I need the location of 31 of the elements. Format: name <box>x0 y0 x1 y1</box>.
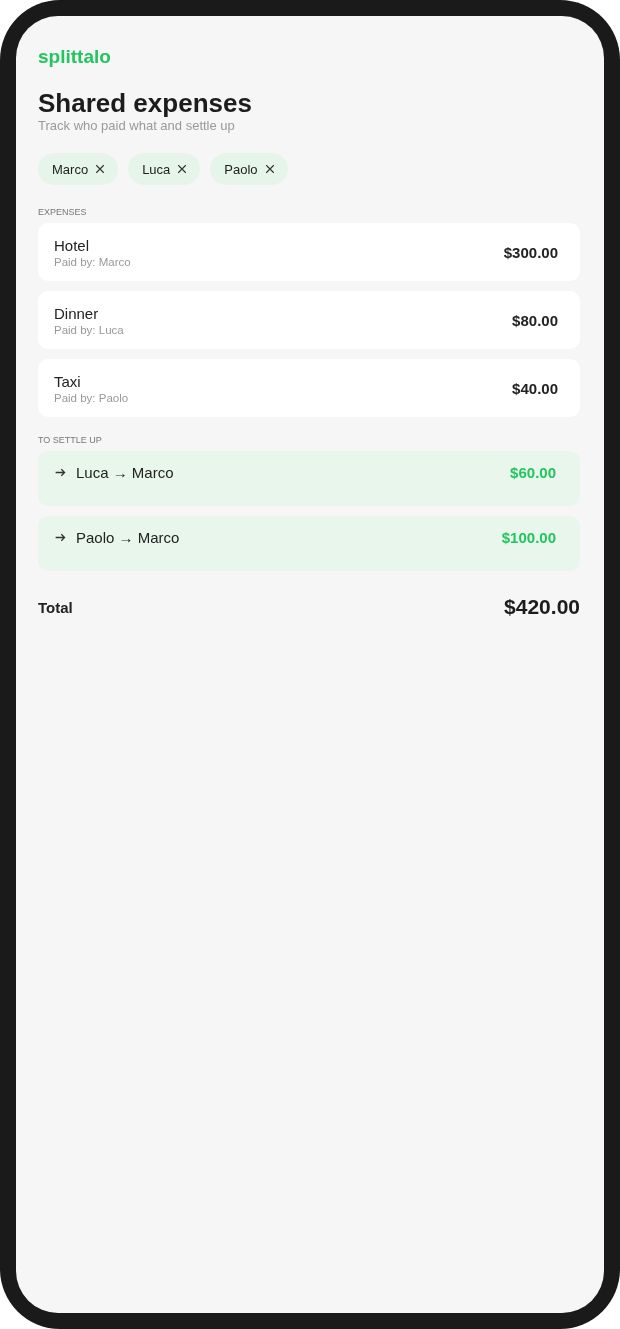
expense-card[interactable]: Dinner Paid by: Luca $80.00 <box>38 291 580 349</box>
expense-card[interactable]: Taxi Paid by: Paolo $40.00 <box>38 359 580 417</box>
expense-amount: $80.00 <box>512 311 558 329</box>
app-logo: splittalo <box>38 46 111 68</box>
close-icon <box>94 163 107 175</box>
section-label: TO SETTLE UP <box>38 435 102 445</box>
person-chip[interactable]: Paolo <box>210 153 288 185</box>
expense-amount: $40.00 <box>512 379 558 397</box>
total-label: Total <box>38 598 73 616</box>
expense-title: Taxi <box>54 372 82 390</box>
page-subtitle: Track who paid what and settle up <box>38 118 235 133</box>
settlement-text: Paolo → Marco <box>76 529 180 546</box>
person-chip[interactable]: Marco <box>38 153 119 185</box>
expense-title: Dinner <box>54 304 100 322</box>
close-icon <box>263 163 276 175</box>
settlement-amount: $60.00 <box>510 464 556 481</box>
expense-card[interactable]: Hotel Paid by: Marco $300.00 <box>38 223 580 281</box>
expense-payer: Paid by: Luca <box>54 323 124 336</box>
section-label: EXPENSES <box>38 207 87 217</box>
close-icon <box>176 163 189 175</box>
person-chip[interactable]: Luca <box>128 153 201 185</box>
settlement-amount: $100.00 <box>501 529 556 546</box>
expense-amount: $300.00 <box>503 243 558 261</box>
expense-payer: Paid by: Paolo <box>54 391 129 404</box>
total-amount: $420.00 <box>504 595 580 619</box>
settlement-text: Luca → Marco <box>76 464 174 481</box>
arrow-icon <box>54 466 67 479</box>
arrow-icon <box>54 531 67 544</box>
expense-title: Hotel <box>54 236 91 254</box>
expense-payer: Paid by: Marco <box>54 255 131 268</box>
page-title: Shared expenses <box>38 88 252 118</box>
